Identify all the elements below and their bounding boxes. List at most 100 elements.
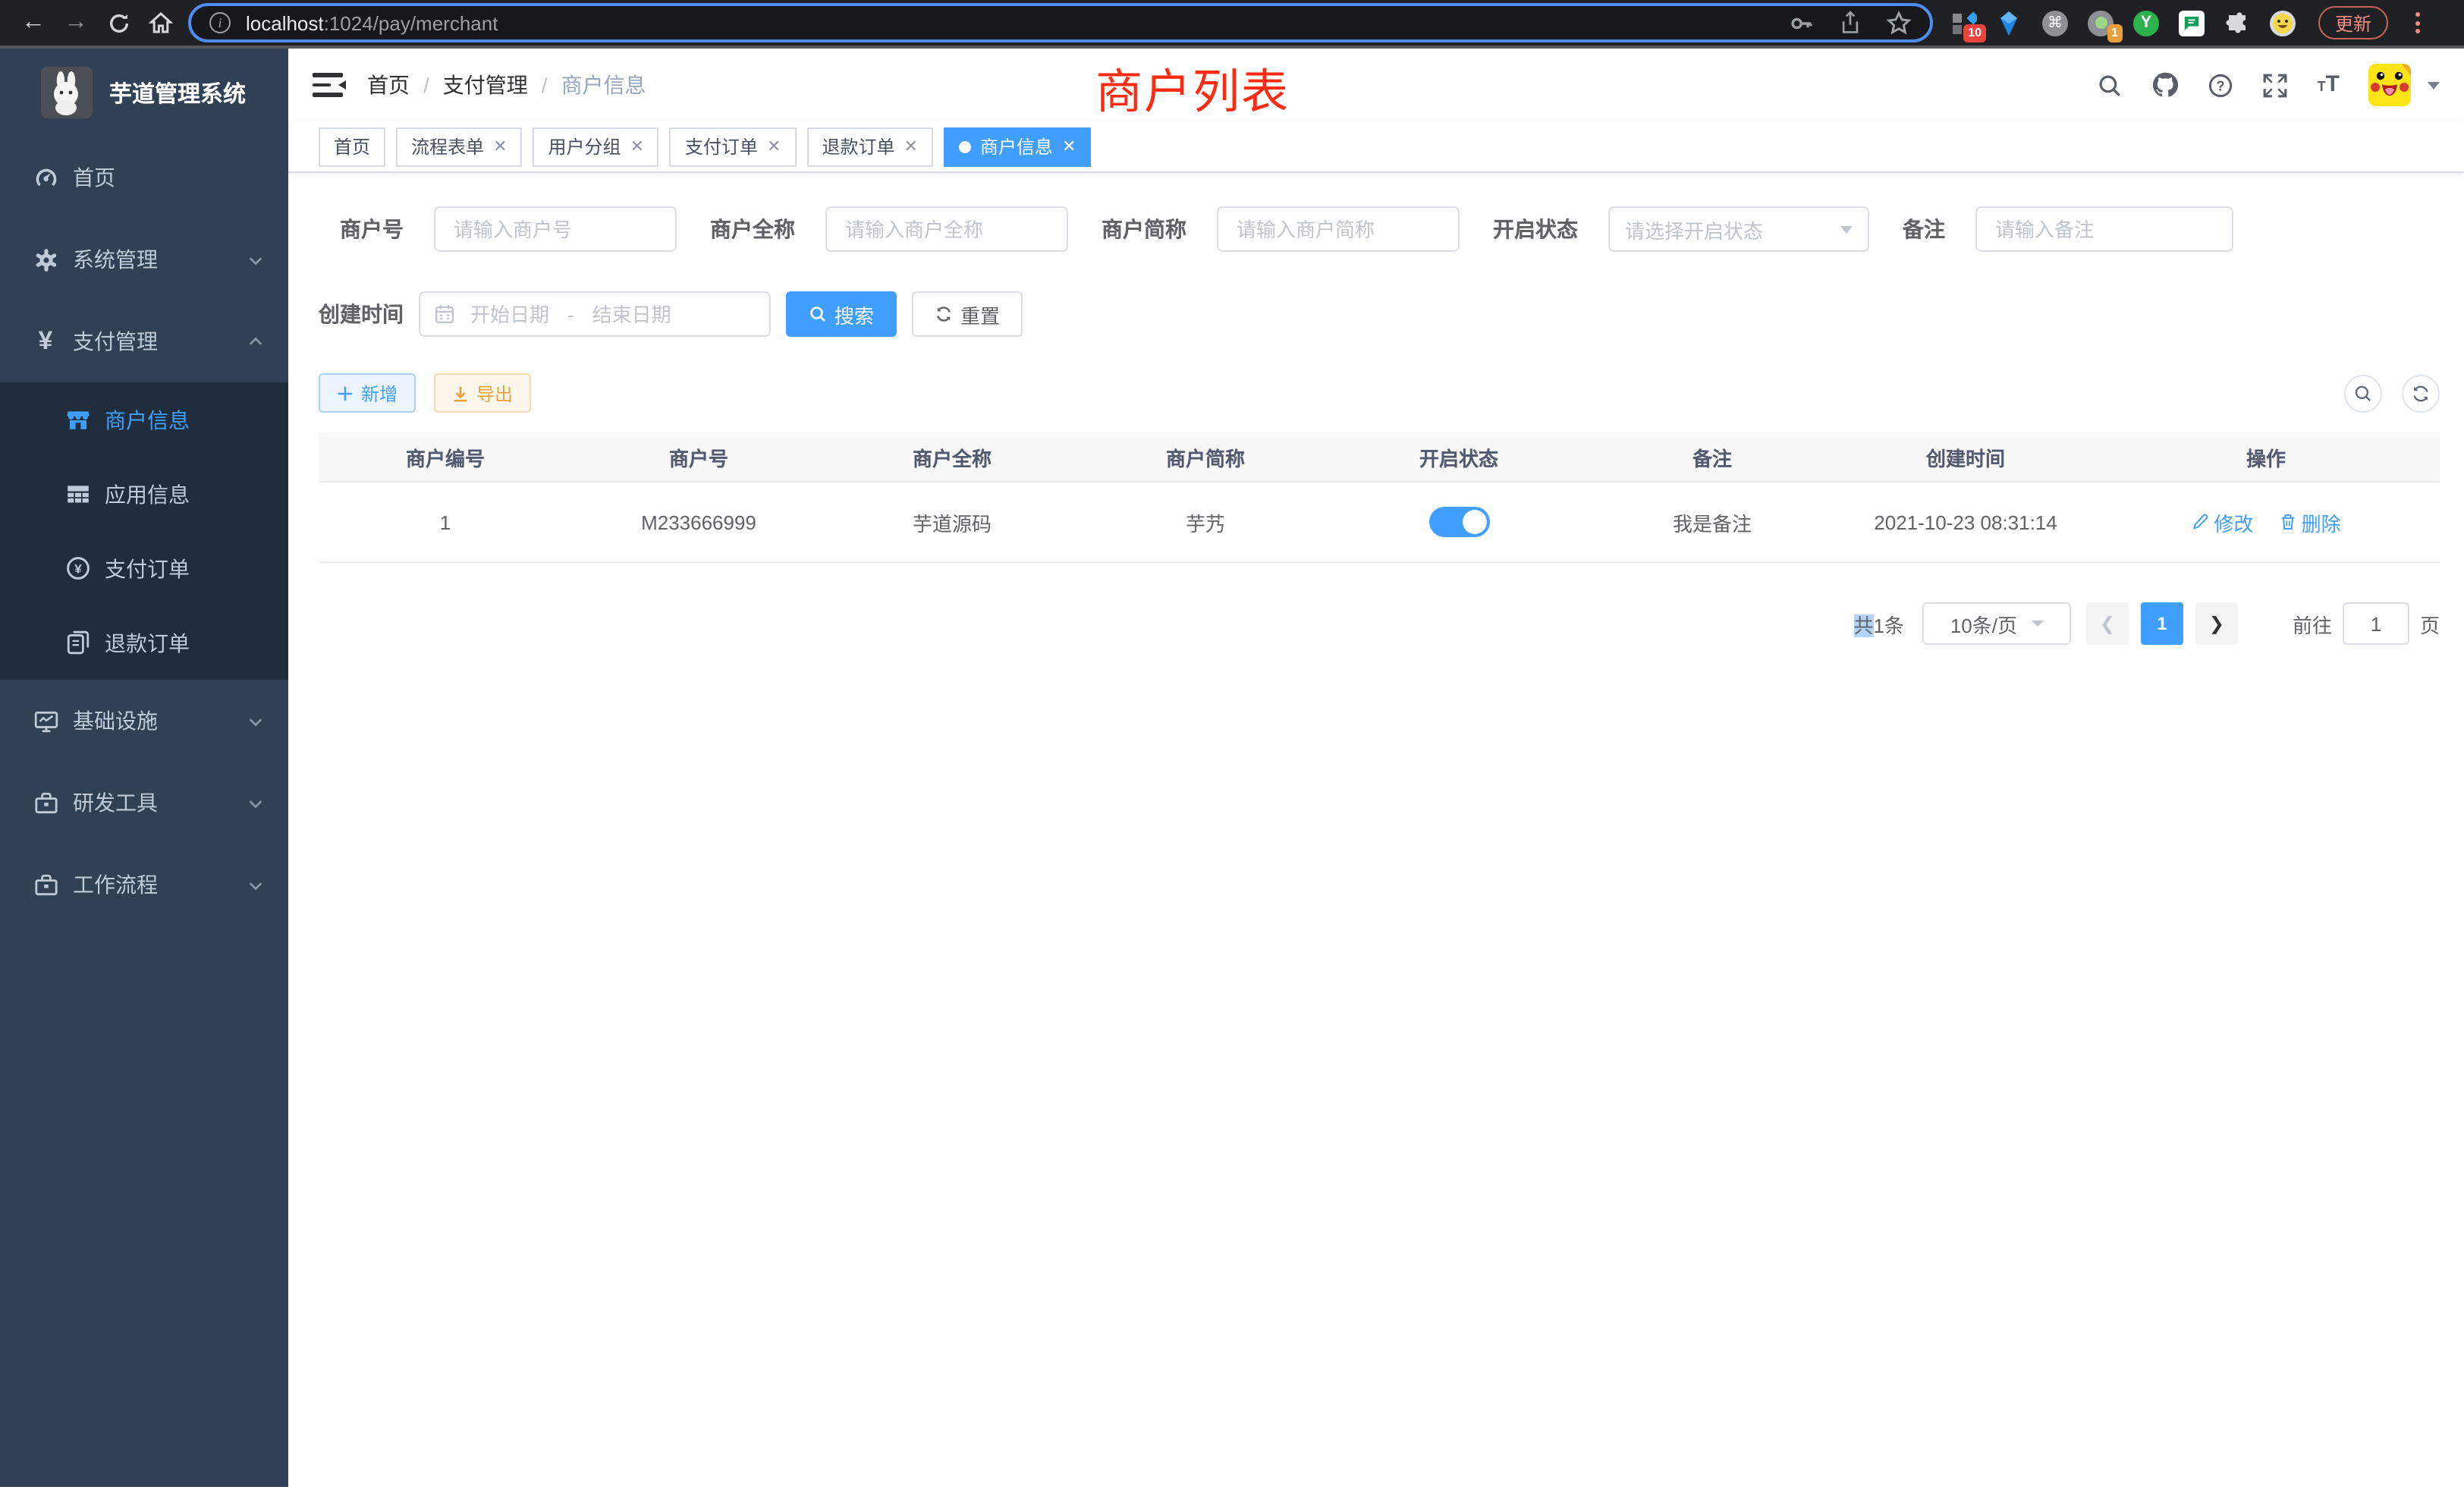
github-icon[interactable] [2152,71,2180,99]
create-time-label: 创建时间 [319,299,404,329]
refresh-table-button[interactable] [2402,374,2440,412]
next-page-button[interactable]: ❯ [2195,602,2238,645]
help-icon[interactable]: ? [2208,72,2234,98]
extension-chat-icon[interactable] [2179,10,2205,36]
payment-submenu: 商户信息 应用信息 ¥ 支付订单 [0,382,288,680]
url-bar[interactable]: i localhost:1024/pay/merchant [188,3,1933,42]
sidebar-subitem-app-info[interactable]: 应用信息 [0,457,288,531]
app-logo [41,67,93,118]
chevron-down-icon [247,876,264,893]
remark-input[interactable] [1975,206,2233,252]
edit-link[interactable]: 修改 [2191,508,2253,536]
page-number-button[interactable]: 1 [2141,602,2183,645]
sidebar-subitem-merchant-info[interactable]: 商户信息 [0,382,288,457]
fullscreen-icon[interactable] [2263,72,2289,98]
browser-update-button[interactable]: 更新 [2318,6,2388,39]
cell-merchant-no: M233666999 [572,511,825,533]
extension-badge: 1 [2107,24,2123,42]
app-logo-row[interactable]: 芋道管理系统 [0,49,288,137]
table-header-row: 商户编号 商户号 商户全称 商户简称 开启状态 备注 创建时间 操作 [319,432,2440,483]
sidebar-item-payment[interactable]: ¥ 支付管理 [0,300,288,382]
sidebar-item-label: 系统管理 [73,244,158,275]
search-icon[interactable] [2098,72,2123,98]
tab-process-form[interactable]: 流程表单✕ [396,127,522,166]
tab-close-icon[interactable]: ✕ [904,137,917,156]
browser-forward-button[interactable]: → [55,2,97,44]
gear-icon [32,246,59,273]
goto-page-input[interactable] [2343,602,2409,645]
sidebar-item-dev-tools[interactable]: 研发工具 [0,762,288,844]
toggle-search-button[interactable] [2344,374,2382,412]
extension-command-icon[interactable]: ⌘ [2042,10,2068,36]
create-time-range-picker[interactable]: - [419,291,771,337]
sidebar-subitem-label: 退款订单 [105,627,190,658]
tab-close-icon[interactable]: ✕ [630,137,644,156]
merchant-table: 商户编号 商户号 商户全称 商户简称 开启状态 备注 创建时间 操作 1 M23… [319,432,2440,563]
full-name-input[interactable] [825,206,1068,252]
browser-home-button[interactable] [140,2,182,44]
tab-close-icon[interactable]: ✕ [1062,137,1076,156]
add-button[interactable]: 新增 [319,373,416,413]
sidebar-item-workflow[interactable]: 工作流程 [0,844,288,926]
browser-reload-button[interactable] [97,2,140,44]
table-tools [2344,374,2440,412]
browser-back-button[interactable]: ← [12,2,55,44]
tab-user-group[interactable]: 用户分组✕ [533,127,659,166]
sidebar-item-label: 支付管理 [73,326,158,357]
extension-grid-icon[interactable]: 10 [1951,10,1977,36]
caret-down-icon[interactable] [2428,82,2440,96]
sidebar-item-infrastructure[interactable]: 基础设施 [0,680,288,762]
calendar-icon [434,303,455,325]
short-name-label: 商户简称 [1102,214,1186,244]
sidebar-subitem-refund-order[interactable]: 退款订单 [0,605,288,680]
export-button[interactable]: 导出 [434,373,531,413]
tab-close-icon[interactable]: ✕ [767,137,781,156]
start-date-input[interactable] [455,303,564,325]
short-name-input[interactable] [1217,206,1460,252]
cell-create-time: 2021-10-23 08:31:14 [1839,511,2092,533]
breadcrumb-item[interactable]: 支付管理 [443,70,528,100]
extension-recorder-icon[interactable]: 1 [2088,10,2114,36]
dashboard-icon [32,164,59,191]
tab-merchant-info[interactable]: 商户信息✕ [944,127,1091,166]
status-select[interactable]: 请选择开启状态 [1608,206,1869,252]
bookmark-star-icon[interactable] [1886,10,1912,36]
tab-home[interactable]: 首页 [319,127,385,166]
browser-profile-avatar[interactable] [2270,10,2296,36]
sidebar-item-home[interactable]: 首页 [0,137,288,218]
page-size-select[interactable]: 10条/页 [1922,602,2071,645]
password-key-icon[interactable] [1789,10,1815,36]
cell-actions: 修改 删除 [2092,508,2440,536]
sidebar-subitem-pay-order[interactable]: ¥ 支付订单 [0,531,288,605]
status-toggle[interactable] [1428,507,1489,537]
merchant-no-input[interactable] [434,206,677,252]
reset-button[interactable]: 重置 [912,291,1023,337]
search-button[interactable]: 搜索 [786,291,897,337]
prev-page-button[interactable]: ❮ [2086,602,2129,645]
font-size-icon[interactable]: TT [2318,71,2340,99]
site-info-icon[interactable]: i [209,12,231,33]
collapse-sidebar-button[interactable] [313,73,343,97]
delete-link[interactable]: 删除 [2279,508,2341,536]
extension-y-icon[interactable]: Y [2133,10,2159,36]
full-name-label: 商户全称 [710,214,795,244]
remark-label: 备注 [1903,214,1945,244]
goto-label: 前往 [2293,609,2332,638]
user-avatar[interactable] [2368,64,2411,106]
tab-pay-order[interactable]: 支付订单✕ [670,127,796,166]
filter-row-2: 创建时间 - 搜索 重置 [319,291,2440,337]
cell-short-name: 芋艿 [1079,508,1332,536]
extensions-puzzle-icon[interactable] [2224,10,2250,36]
breadcrumb-item[interactable]: 首页 [367,70,410,100]
monitor-chart-icon [32,707,59,734]
extension-gem-icon[interactable] [1997,10,2022,36]
documents-icon [64,629,91,656]
browser-menu-icon[interactable] [2408,8,2426,37]
breadcrumb-item-current: 商户信息 [561,70,646,100]
tab-refund-order[interactable]: 退款订单✕ [806,127,932,166]
end-date-input[interactable] [577,303,687,325]
sidebar-item-system[interactable]: 系统管理 [0,218,288,300]
storefront-icon [64,406,91,433]
share-icon[interactable] [1839,11,1862,35]
tab-close-icon[interactable]: ✕ [493,137,507,156]
